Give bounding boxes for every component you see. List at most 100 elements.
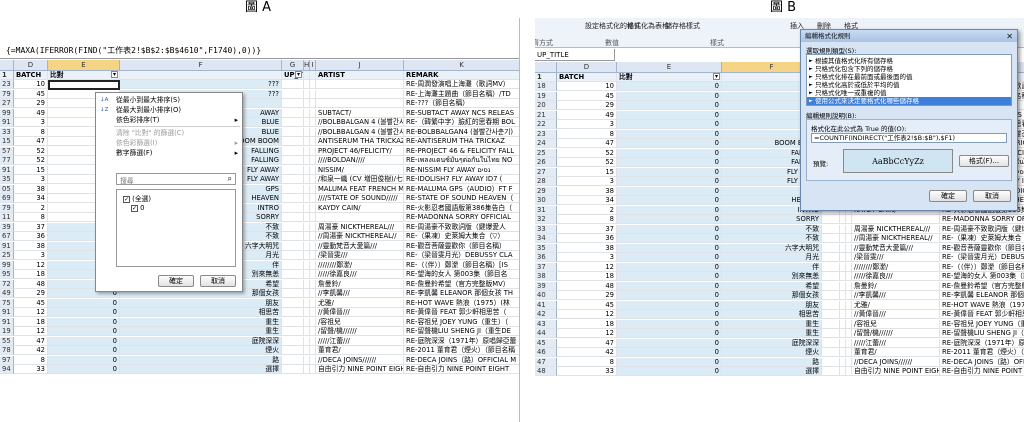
header-cell-e[interactable]: 比對 ▾ [617,73,722,82]
cell-f[interactable]: 朋友 [722,300,822,310]
cell-g[interactable] [282,99,304,108]
cell-g[interactable] [282,346,304,355]
cell-g[interactable] [822,253,840,262]
cell-d[interactable]: 29 [557,291,617,300]
cell-n[interactable]: 55 [0,336,14,346]
cell-d[interactable]: 8 [557,129,617,139]
filter-menu-item[interactable]: 數字篩選(F) ▸ [96,148,242,158]
cell-k[interactable]: RE-DECA JOINS（路）OFFICIAL M [404,356,519,365]
cell-d[interactable]: 15 [14,165,48,175]
cell-d[interactable]: 33 [14,365,48,374]
cell-k[interactable]: RE-2011 董育君（煙火）（節目名稱 [404,346,519,355]
cell-e[interactable]: 0 [48,336,120,346]
cell-n[interactable]: 77 [0,156,14,165]
cell-j[interactable]: 詹曼鈴/ [316,279,404,289]
cell-k[interactable]: RE-DECA JOINS（路）OFFICIAL M [940,358,1024,367]
cell-k[interactable]: RE-MALUMA GPS（AUDIO）FT F [404,185,519,194]
cell-j[interactable]: //周湯豪 NICKTHEREAL// [316,232,404,241]
cell-g[interactable] [822,281,840,291]
cell-n[interactable]: 37 [535,262,557,272]
cell-d[interactable]: 52 [557,158,617,167]
cell-k[interactable]: RE-（（伴））鄭瀠（節目名稱）[IS [404,261,519,270]
cell-n[interactable]: 91 [0,165,14,175]
cell-d[interactable]: 52 [14,156,48,165]
cell-e[interactable]: 0 [617,224,722,234]
cell-e[interactable]: 0 [617,139,722,148]
cell-k[interactable]: RE-STATE OF SOUND HEAVEN（ [404,194,519,203]
cell-d[interactable]: 2 [557,205,617,215]
cell-d[interactable]: 48 [14,279,48,289]
cell-d[interactable]: 49 [557,110,617,120]
cell-n[interactable]: 05 [0,184,14,194]
cell-d[interactable]: 3 [14,251,48,260]
column-header-j[interactable]: J [316,60,404,71]
cell-d[interactable]: 3 [557,120,617,129]
cell-j[interactable]: ////////鄭瀠/ [316,260,404,270]
cell-j[interactable]: 周湯豪 NICKTHEREAL/// [852,224,940,234]
cell-n[interactable]: 95 [0,270,14,279]
cell-e[interactable]: 0 [617,243,722,253]
cell-d[interactable]: 8 [14,213,48,222]
cell-f[interactable]: ??? [120,80,282,89]
cell-e[interactable]: 0 [617,158,722,167]
cell-j[interactable]: /////江蕾/// [852,338,940,348]
cell-k[interactable]: RE-容祖兒 JOEY YUNG（重生）（ [940,320,1024,329]
cell-n[interactable]: 38 [535,272,557,281]
cell-d[interactable]: 10 [557,82,617,91]
cell-n[interactable]: 91 [0,118,14,127]
cell-g[interactable] [822,310,840,319]
cell-g[interactable] [282,289,304,298]
checklist-item-zero[interactable]: ✓ 0 [117,203,235,212]
cell-d[interactable]: 45 [557,300,617,310]
cell-d[interactable]: 34 [14,194,48,203]
cell-f[interactable]: 月光 [722,253,822,262]
cell-f[interactable]: 選擇 [120,365,282,374]
cell-k[interactable]: RE-觀音菩薩靈歡你（節目名稱） [940,244,1024,253]
cell-g[interactable] [822,215,840,224]
cell-j[interactable]: 尤雅/ [852,300,940,310]
cell-g[interactable] [822,319,840,329]
cell-f[interactable]: 煙火 [120,346,282,355]
cell-g[interactable] [282,184,304,194]
cell-n[interactable]: 67 [0,232,14,241]
filter-dropdown-icon[interactable]: ▾ [111,71,118,78]
cell-n[interactable]: 72 [0,279,14,289]
cell-j[interactable]: /////江蕾/// [316,336,404,346]
cell-k[interactable]: RE-BOLBBALGAN4 (볼빨간사춘기) [404,128,519,137]
cell-n[interactable]: 42 [535,310,557,319]
cell-j[interactable]: ////STATE OF SOUND///// [316,194,404,203]
cell-g[interactable] [282,336,304,346]
cell-n[interactable]: 32 [535,215,557,224]
filter-menu-item[interactable]: 從最大到最小排序(O) ↓Z [96,105,242,115]
cell-n[interactable]: 19 [535,91,557,101]
cell-g[interactable] [282,194,304,203]
cell-d[interactable]: 38 [557,243,617,253]
header-cell-d[interactable]: BATCH [557,73,617,82]
cell-k[interactable]: RE-???（節目名稱） [404,99,519,108]
column-header-corner[interactable] [535,62,557,73]
filter-search-input[interactable]: 搜尋 [120,175,134,185]
cell-j[interactable]: KAYDY CAIN/ [316,203,404,213]
cell-e[interactable]: 0 [617,129,722,139]
cell-n[interactable]: 23 [535,129,557,139]
cell-e[interactable]: 0 [617,91,722,101]
cell-g[interactable] [282,317,304,327]
cell-n[interactable]: 11 [0,213,14,222]
name-box[interactable]: UP_TITLE [535,49,615,61]
cell-n[interactable]: 91 [0,308,14,317]
cell-f[interactable]: 希望 [722,281,822,291]
cell-d[interactable]: 2 [14,203,48,213]
cell-d[interactable]: 38 [14,241,48,251]
ribbon-button[interactable]: 儲存格樣式 [665,21,700,31]
cell-j[interactable]: //周湯豪 NICKTHEREAL// [852,234,940,243]
cell-g[interactable] [822,300,840,310]
cell-j[interactable]: NISSIM/ [316,165,404,175]
cell-g[interactable] [282,203,304,213]
cell-d[interactable]: 12 [557,329,617,338]
cell-n[interactable]: 97 [0,355,14,365]
cell-e[interactable]: 0 [617,177,722,186]
cell-k[interactable]: RE-望海的女人 第003集（節目名 [940,272,1024,281]
cell-j[interactable]: /梁晉雯/// [316,251,404,260]
rule-type-item[interactable]: ► 只格式化高於或低於平均的值 [807,81,1011,89]
cell-n[interactable]: 45 [535,338,557,348]
